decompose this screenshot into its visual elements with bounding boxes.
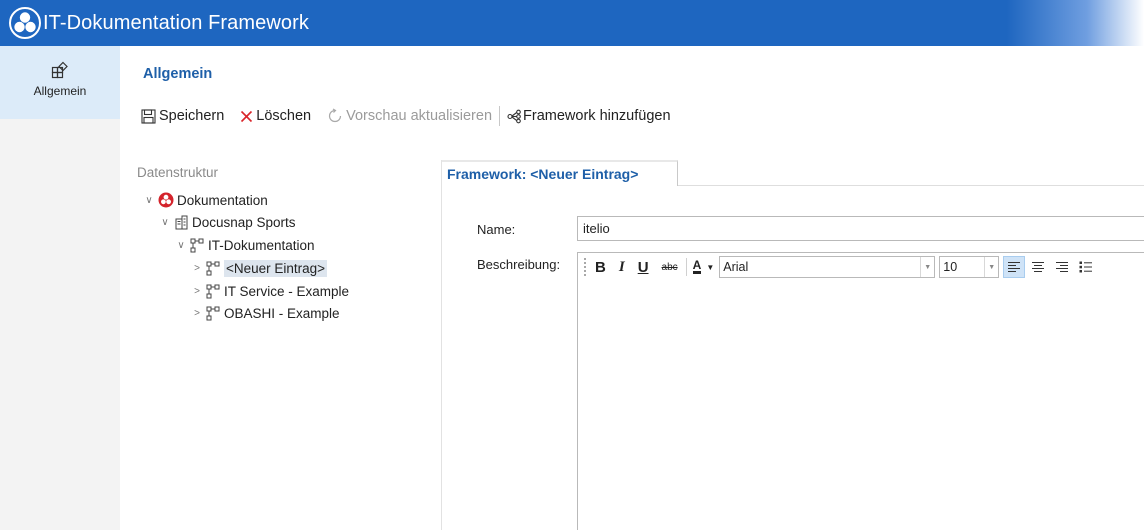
strikethrough-button[interactable]: abc: [662, 262, 678, 273]
title-bar: IT-Dokumentation Framework: [0, 0, 1144, 46]
tree-header: Datenstruktur: [137, 165, 219, 180]
tree-node-label-selected: <Neuer Eintrag>: [224, 259, 328, 277]
description-editor[interactable]: B I U abc A ▼ Arial ▼ 10 ▼: [577, 252, 1144, 530]
align-left-button[interactable]: [1003, 256, 1026, 278]
tree-node-root[interactable]: ∨ Dokumentation: [143, 189, 268, 211]
name-label: Name:: [477, 222, 516, 237]
font-family-value: Arial: [723, 260, 749, 274]
app-logo-icon: [9, 7, 41, 39]
tree-node-label: OBASHI - Example: [224, 305, 340, 321]
chevron-down-icon[interactable]: ▼: [706, 263, 714, 272]
hierarchy-icon: [206, 284, 221, 299]
grid-plus-icon: [51, 61, 69, 84]
chevron-right-icon[interactable]: >: [191, 286, 203, 297]
tree-node-label: IT Service - Example: [224, 283, 350, 299]
tree-node-folder[interactable]: ∨ IT-Dokumentation: [175, 234, 315, 256]
docusnap-logo-icon: [158, 192, 174, 208]
refresh-icon: [327, 108, 343, 124]
tree-node-new-entry[interactable]: > <Neuer Eintrag>: [191, 257, 328, 279]
toolbar-grip[interactable]: [584, 258, 587, 276]
tree-node-label: Docusnap Sports: [192, 214, 296, 230]
chevron-down-icon[interactable]: ∨: [143, 195, 155, 206]
share-nodes-icon: [507, 109, 522, 124]
editor-toolbar: B I U abc A ▼ Arial ▼ 10 ▼: [578, 253, 1144, 281]
chevron-down-icon[interactable]: ∨: [159, 217, 171, 228]
building-icon: [174, 215, 189, 230]
tree-node-label: IT-Dokumentation: [208, 237, 315, 253]
tab-entry-name: <Neuer Eintrag>: [530, 166, 639, 182]
align-right-button[interactable]: [1051, 256, 1073, 278]
description-label: Beschreibung:: [477, 257, 561, 272]
hierarchy-icon: [206, 261, 221, 276]
hierarchy-icon: [190, 238, 205, 253]
chevron-down-icon[interactable]: ▼: [984, 257, 998, 277]
bold-button[interactable]: B: [595, 259, 606, 276]
toolbar-separator: [499, 106, 501, 126]
hierarchy-icon: [206, 306, 221, 321]
font-color-icon: A: [692, 258, 702, 274]
add-framework-label: Framework hinzufügen: [523, 108, 671, 124]
tab-framework[interactable]: Framework: <Neuer Eintrag>: [442, 160, 678, 186]
tab-strip-line: [678, 185, 1144, 186]
chevron-down-icon[interactable]: ∨: [175, 240, 187, 251]
rail-item-allgemein[interactable]: Allgemein: [0, 46, 120, 119]
save-icon: [141, 108, 156, 124]
align-center-button[interactable]: [1027, 256, 1049, 278]
name-input[interactable]: itelio: [577, 216, 1144, 241]
bullet-list-icon: [1079, 261, 1093, 273]
tree-node-obashi[interactable]: > OBASHI - Example: [191, 302, 340, 324]
page-title: Allgemein: [143, 66, 213, 82]
bullet-list-button[interactable]: [1075, 256, 1097, 278]
refresh-preview-button[interactable]: Vorschau aktualisieren: [324, 108, 495, 124]
tab-prefix: Framework:: [447, 166, 527, 182]
add-framework-button[interactable]: Framework hinzufügen: [504, 108, 674, 124]
italic-button[interactable]: I: [619, 259, 625, 276]
chevron-right-icon[interactable]: >: [191, 263, 203, 274]
window-title: IT-Dokumentation Framework: [43, 11, 310, 34]
left-rail: Allgemein: [0, 46, 120, 530]
rail-item-label: Allgemein: [33, 84, 87, 98]
align-right-icon: [1056, 262, 1069, 272]
save-button[interactable]: Speichern: [138, 108, 227, 124]
tree-node-company[interactable]: ∨ Docusnap Sports: [159, 211, 296, 233]
toolbar: Speichern Löschen Vorschau aktualisieren…: [138, 104, 674, 128]
font-size-select[interactable]: 10 ▼: [939, 256, 1000, 278]
pane-divider[interactable]: [441, 160, 442, 530]
refresh-preview-label: Vorschau aktualisieren: [346, 108, 493, 124]
toolbar-separator: [685, 258, 687, 276]
underline-button[interactable]: U: [638, 259, 649, 276]
chevron-right-icon[interactable]: >: [191, 308, 203, 319]
delete-label: Löschen: [256, 108, 312, 124]
font-color-button[interactable]: A ▼: [692, 258, 714, 274]
delete-icon: [240, 110, 253, 123]
align-center-icon: [1032, 262, 1045, 272]
tree-node-label: Dokumentation: [177, 192, 268, 208]
save-label: Speichern: [159, 108, 225, 124]
delete-button[interactable]: Löschen: [237, 108, 314, 124]
font-family-select[interactable]: Arial ▼: [719, 256, 936, 278]
align-left-icon: [1008, 262, 1021, 272]
chevron-down-icon[interactable]: ▼: [920, 257, 934, 277]
tree-node-it-service[interactable]: > IT Service - Example: [191, 280, 349, 302]
font-size-value: 10: [943, 260, 958, 274]
